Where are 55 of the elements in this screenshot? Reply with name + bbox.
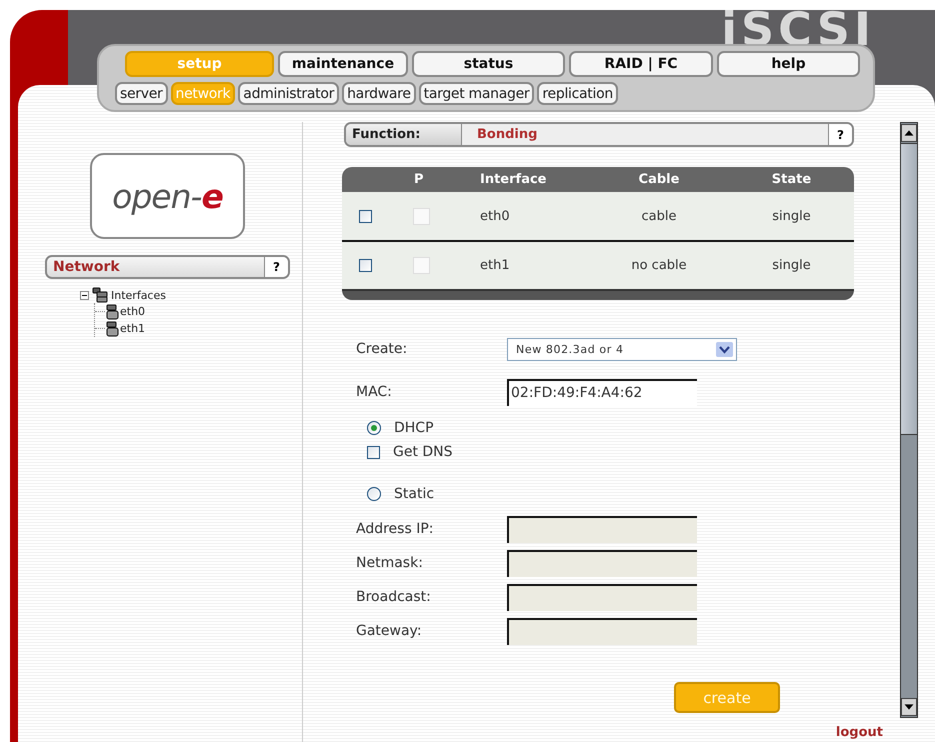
field-label: Broadcast: <box>356 589 432 605</box>
scroll-up-icon[interactable] <box>901 123 917 143</box>
checkbox[interactable] <box>367 446 380 458</box>
drive-icon <box>106 304 119 320</box>
drive-icon <box>106 320 119 336</box>
chevron-down-icon <box>716 342 733 356</box>
checkbox[interactable] <box>359 210 372 222</box>
help-button[interactable]: ? <box>828 124 852 145</box>
brand-logo: iSCSI <box>721 6 875 52</box>
tree-item[interactable]: eth1 <box>120 322 146 335</box>
sub-tab[interactable]: administrator <box>238 82 340 105</box>
open-e-logo: open-e <box>90 153 245 239</box>
column-header: Interface <box>479 172 548 187</box>
function-label: Function: <box>346 124 462 145</box>
option-label: Static <box>394 486 434 502</box>
sub-tab[interactable]: hardware <box>342 82 416 105</box>
table-cell-text: cable <box>640 208 678 224</box>
scroll-down-icon[interactable] <box>901 697 917 717</box>
option-label: Get DNS <box>393 444 453 460</box>
field-label: Create: <box>356 341 408 357</box>
nav-tab[interactable]: maintenance <box>278 51 408 77</box>
nav-tab[interactable]: RAID | FC <box>569 51 713 77</box>
mac-field[interactable]: 02:FD:49:F4:A4:62 <box>507 378 697 406</box>
column-header: P <box>413 172 425 187</box>
nav-tab[interactable]: help <box>717 51 860 77</box>
tree-item[interactable]: eth0 <box>120 305 146 318</box>
column-header: State <box>770 172 812 187</box>
tree-item[interactable]: Interfaces <box>111 288 166 302</box>
table-cell-text: eth0 <box>479 208 511 224</box>
help-button[interactable]: ? <box>264 257 288 277</box>
sub-tab[interactable]: server <box>115 82 168 105</box>
section-title: Network <box>52 259 121 275</box>
function-value: Bonding <box>476 127 538 142</box>
sub-tab[interactable]: replication <box>537 82 618 105</box>
option-label: DHCP <box>394 420 434 436</box>
sub-tab[interactable]: target manager <box>418 82 534 105</box>
scroll-thumb[interactable] <box>901 143 917 435</box>
field-label: Address IP: <box>356 521 434 537</box>
field-label: MAC: <box>356 384 393 400</box>
create-dropdown[interactable]: New 802.3ad or 4 <box>507 338 737 360</box>
field-label: Netmask: <box>356 555 424 571</box>
column-header: Cable <box>638 172 680 187</box>
network-icon <box>92 287 108 303</box>
table-cell-text: single <box>771 258 812 273</box>
checkbox[interactable] <box>359 259 372 272</box>
nav-tab[interactable]: status <box>412 51 565 77</box>
collapse-icon[interactable] <box>80 290 89 300</box>
logout-link[interactable]: logout <box>836 725 883 740</box>
table-cell-text: single <box>771 208 812 224</box>
radio-button[interactable] <box>367 487 381 501</box>
radio-button[interactable] <box>367 421 381 435</box>
table-cell-text: no cable <box>630 258 688 273</box>
field-label: Gateway: <box>356 623 423 639</box>
scrollbar[interactable] <box>900 122 918 718</box>
table-cell-text: eth1 <box>479 258 511 273</box>
